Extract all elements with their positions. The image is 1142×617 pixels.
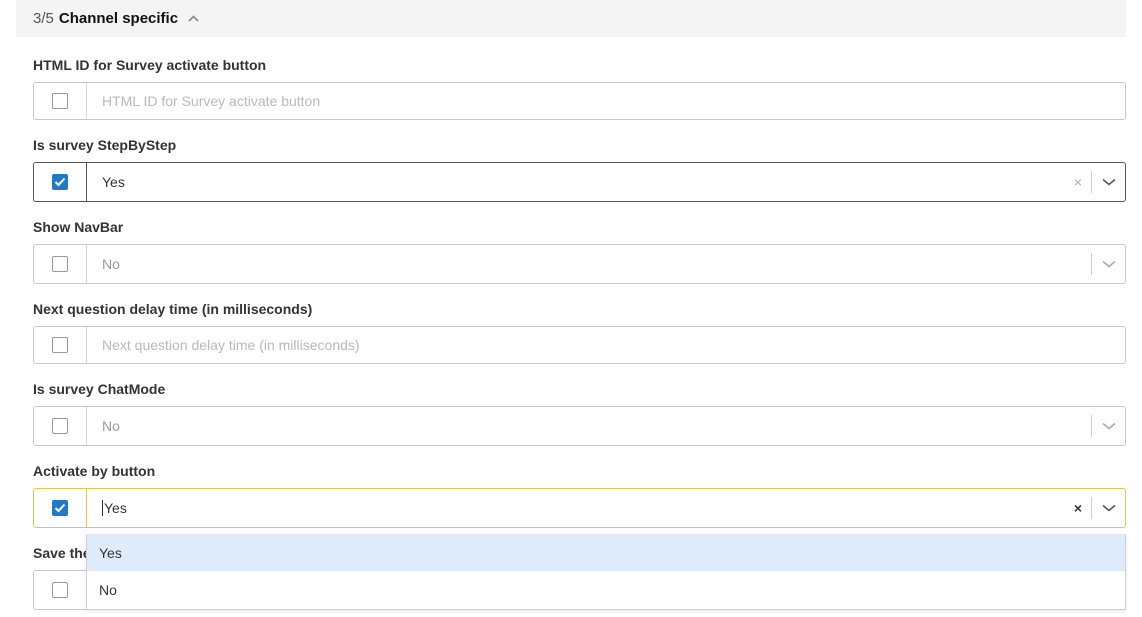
chatmode-value[interactable]: No [87,407,1091,445]
delay-checkbox[interactable] [52,337,68,353]
field-label-delay: Next question delay time (in millisecond… [33,301,313,317]
navbar-checkbox-cell [34,245,87,283]
stepbystep-select[interactable]: Yes × [33,162,1126,202]
field-label-html-id: HTML ID for Survey activate button [33,57,267,73]
checkmark-icon [54,177,66,187]
field-label-activate-by-button: Activate by button [33,463,156,479]
activate-value-wrap[interactable]: Yes [87,489,1065,527]
activate-by-button-select[interactable]: Yes × [33,488,1126,528]
chatmode-select[interactable]: No [33,406,1126,446]
html-id-checkbox-cell [34,83,87,119]
stepbystep-checkbox[interactable] [52,174,68,190]
chevron-up-icon[interactable] [188,15,199,22]
field-label-navbar: Show NavBar [33,219,124,235]
delay-field: Next question delay time (in millisecond… [33,326,1126,364]
chatmode-checkbox[interactable] [52,418,68,434]
checkmark-icon [54,503,66,513]
chevron-down-icon[interactable] [1092,163,1125,201]
activate-value: Yes [104,500,127,516]
chevron-down-icon[interactable] [1092,245,1125,283]
clear-icon[interactable]: × [1065,163,1091,201]
navbar-value[interactable]: No [87,245,1091,283]
delay-checkbox-cell [34,327,87,363]
navbar-select[interactable]: No [33,244,1126,284]
html-id-checkbox[interactable] [52,93,68,109]
stepbystep-value[interactable]: Yes [87,163,1065,201]
save-checkbox-cell [34,571,87,609]
activate-checkbox[interactable] [52,500,68,516]
stepbystep-checkbox-cell [34,163,87,201]
save-checkbox[interactable] [52,582,68,598]
dropdown-menu: Yes No [86,534,1126,610]
navbar-checkbox[interactable] [52,256,68,272]
section-header[interactable]: 3/5 Channel specific [16,0,1126,37]
text-caret [102,500,103,516]
activate-checkbox-cell [34,489,87,527]
field-label-chatmode: Is survey ChatMode [33,381,166,397]
html-id-input[interactable]: HTML ID for Survey activate button [87,83,1125,119]
clear-icon[interactable]: × [1065,489,1091,527]
section-step: 3/5 [33,10,54,27]
dropdown-option-no[interactable]: No [87,571,1125,608]
delay-input[interactable]: Next question delay time (in millisecond… [87,327,1125,363]
section-title: Channel specific [58,10,179,27]
html-id-field: HTML ID for Survey activate button [33,82,1126,120]
field-label-stepbystep: Is survey StepByStep [33,137,177,153]
chevron-down-icon[interactable] [1092,407,1125,445]
field-label-save: Save the [33,545,91,561]
chevron-down-icon[interactable] [1092,489,1125,527]
dropdown-option-yes[interactable]: Yes [87,534,1125,571]
chatmode-checkbox-cell [34,407,87,445]
